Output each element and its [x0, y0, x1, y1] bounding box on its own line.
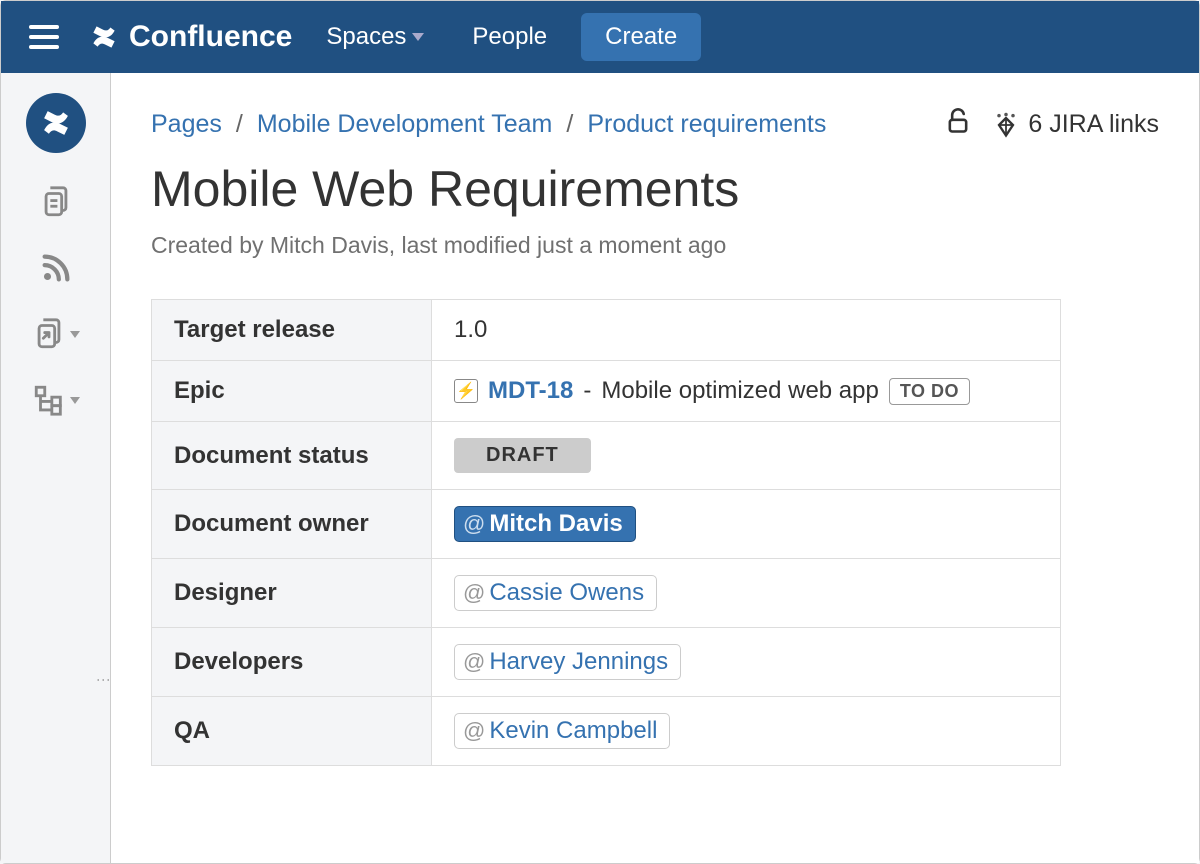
rss-icon	[39, 251, 73, 285]
table-row: QA @ Kevin Campbell	[152, 697, 1061, 766]
table-row: Document status DRAFT	[152, 422, 1061, 490]
shortcut-icon	[32, 317, 66, 351]
at-symbol: @	[463, 649, 485, 675]
meta-value: @ Mitch Davis	[432, 490, 1061, 559]
jira-icon	[992, 111, 1020, 139]
mention-name: Cassie Owens	[489, 579, 644, 607]
sidebar-blog[interactable]	[39, 251, 73, 285]
user-mention-owner[interactable]: @ Mitch Davis	[454, 506, 636, 542]
topbar: Confluence Spaces People Create	[1, 1, 1199, 73]
chevron-down-icon	[70, 397, 80, 404]
epic-summary: Mobile optimized web app	[601, 377, 879, 405]
at-symbol: @	[463, 718, 485, 744]
confluence-logo[interactable]: Confluence	[87, 20, 292, 54]
meta-value: 1.0	[432, 300, 1061, 361]
unlock-icon[interactable]	[944, 107, 972, 142]
table-row: Document owner @ Mitch Davis	[152, 490, 1061, 559]
user-mention-developer[interactable]: @ Harvey Jennings	[454, 644, 681, 680]
pages-icon	[39, 185, 73, 219]
sidebar-tree[interactable]	[32, 383, 80, 417]
breadcrumb-separator: /	[566, 110, 573, 139]
chevron-down-icon	[70, 331, 80, 338]
breadcrumb-separator: /	[236, 110, 243, 139]
meta-label: Document owner	[152, 490, 432, 559]
page-byline: Created by Mitch Davis, last modified ju…	[151, 232, 1159, 259]
meta-label: Epic	[152, 361, 432, 422]
meta-label: QA	[152, 697, 432, 766]
doc-status-badge: DRAFT	[454, 438, 591, 473]
nav-spaces[interactable]: Spaces	[312, 15, 438, 59]
jira-links-label: 6 JIRA links	[1028, 110, 1159, 139]
meta-label: Document status	[152, 422, 432, 490]
main-area: ⋮ Pages / Mobile Development Team / Prod…	[1, 73, 1199, 863]
breadcrumb-row: Pages / Mobile Development Team / Produc…	[151, 107, 1159, 142]
meta-table: Target release 1.0 Epic ⚡ MDT-18 - Mobil…	[151, 299, 1061, 766]
sidebar-pages[interactable]	[39, 185, 73, 219]
confluence-mark-icon	[87, 20, 121, 54]
at-symbol: @	[463, 511, 485, 537]
meta-value: DRAFT	[432, 422, 1061, 490]
breadcrumb-link[interactable]: Pages	[151, 110, 222, 139]
mention-name: Mitch Davis	[489, 510, 622, 538]
page-actions: 6 JIRA links	[944, 107, 1159, 142]
meta-value: ⚡ MDT-18 - Mobile optimized web app TO D…	[432, 361, 1061, 422]
breadcrumb-link[interactable]: Mobile Development Team	[257, 110, 553, 139]
meta-value: @ Kevin Campbell	[432, 697, 1061, 766]
sidebar-resize-handle[interactable]: ⋮	[96, 673, 112, 691]
at-symbol: @	[463, 580, 485, 606]
nav-people-label: People	[472, 23, 547, 51]
user-mention-designer[interactable]: @ Cassie Owens	[454, 575, 657, 611]
sidebar: ⋮	[1, 73, 111, 863]
breadcrumb: Pages / Mobile Development Team / Produc…	[151, 110, 826, 139]
epic-status-badge: TO DO	[889, 378, 970, 405]
table-row: Designer @ Cassie Owens	[152, 559, 1061, 628]
breadcrumb-link[interactable]: Product requirements	[587, 110, 826, 139]
nav-people[interactable]: People	[458, 15, 561, 59]
meta-value: @ Harvey Jennings	[432, 628, 1061, 697]
user-mention-qa[interactable]: @ Kevin Campbell	[454, 713, 670, 749]
page-tree-icon	[32, 383, 66, 417]
nav-spaces-label: Spaces	[326, 23, 406, 51]
epic-icon: ⚡	[454, 379, 478, 403]
meta-label: Developers	[152, 628, 432, 697]
logo-text: Confluence	[129, 20, 292, 54]
sidebar-shortcuts[interactable]	[32, 317, 80, 351]
table-row: Epic ⚡ MDT-18 - Mobile optimized web app…	[152, 361, 1061, 422]
table-row: Developers @ Harvey Jennings	[152, 628, 1061, 697]
menu-icon[interactable]	[21, 17, 67, 57]
mention-name: Harvey Jennings	[489, 648, 668, 676]
epic-key-link[interactable]: MDT-18	[488, 377, 573, 405]
epic-separator: -	[583, 377, 591, 405]
meta-label: Target release	[152, 300, 432, 361]
page-title: Mobile Web Requirements	[151, 160, 1159, 218]
space-avatar[interactable]	[26, 93, 86, 153]
jira-links[interactable]: 6 JIRA links	[992, 110, 1159, 139]
create-button[interactable]: Create	[581, 13, 701, 61]
chevron-down-icon	[412, 33, 424, 41]
table-row: Target release 1.0	[152, 300, 1061, 361]
meta-label: Designer	[152, 559, 432, 628]
content: Pages / Mobile Development Team / Produc…	[111, 73, 1199, 863]
mention-name: Kevin Campbell	[489, 717, 657, 745]
meta-value: @ Cassie Owens	[432, 559, 1061, 628]
